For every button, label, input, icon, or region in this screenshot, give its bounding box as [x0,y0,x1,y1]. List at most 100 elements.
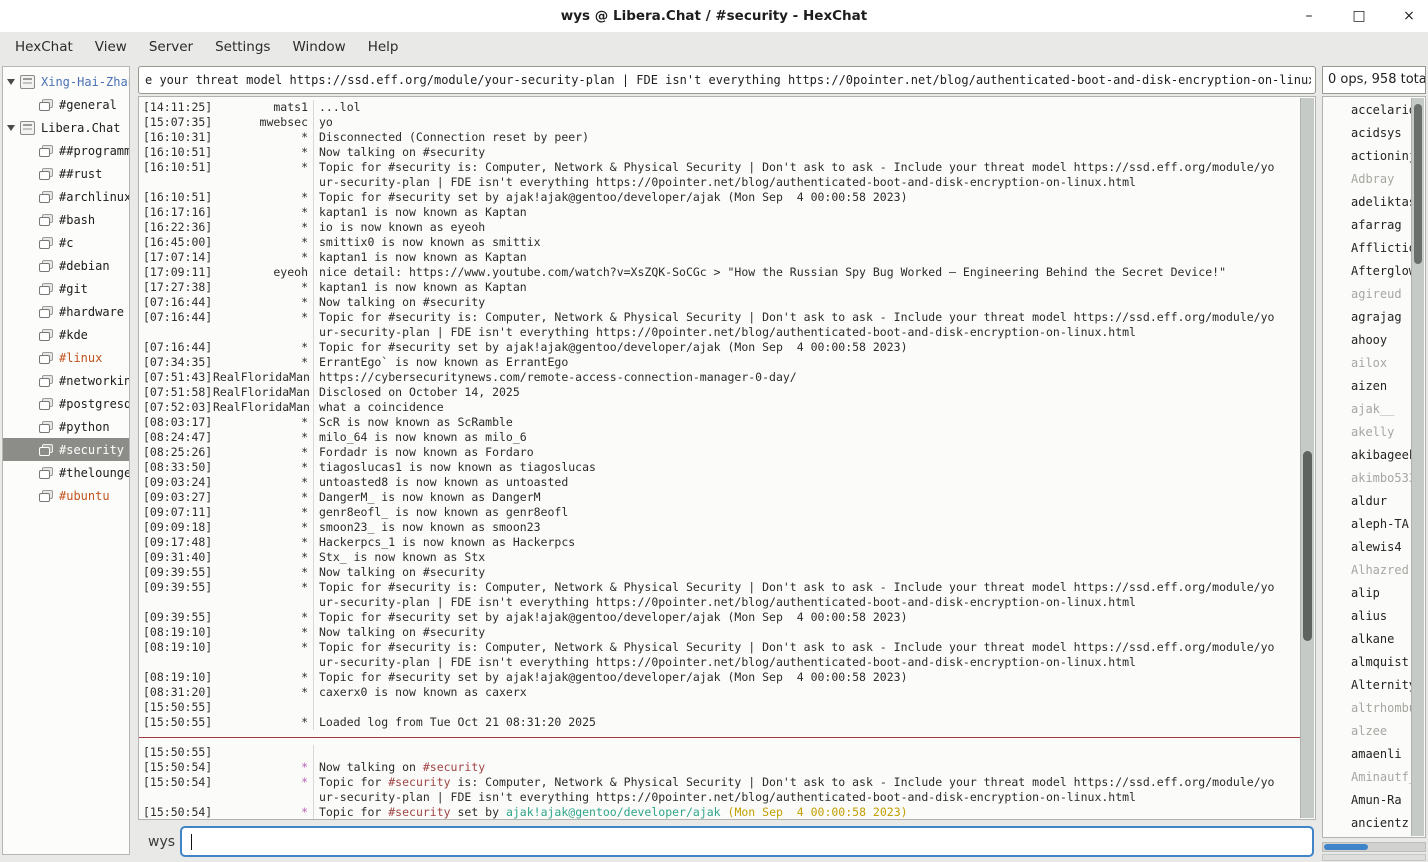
user-item[interactable]: Afflictio [1323,237,1425,260]
chat-row: [08:25:26]*Fordadr is now known as Forda… [139,445,1301,460]
user-item[interactable]: akimbo533 [1323,467,1425,490]
user-item[interactable]: almquist [1323,651,1425,674]
user-item[interactable]: ahooy [1323,329,1425,352]
tree-channel-archlinux[interactable]: #archlinux [3,185,129,208]
user-item[interactable]: ajak__ [1323,398,1425,421]
user-item[interactable]: Aminautf_ [1323,766,1425,789]
user-item[interactable]: Amun-Ra [1323,789,1425,812]
user-item[interactable]: Alhazred [1323,559,1425,582]
user-item[interactable]: aleph-TA [1323,513,1425,536]
menu-item-help[interactable]: Help [357,32,410,62]
user-item[interactable]: Adbray [1323,168,1425,191]
userlist-hscrollbar[interactable] [1322,842,1426,852]
tree-channel-git[interactable]: #git [3,277,129,300]
menu-item-hexchat[interactable]: HexChat [4,32,84,62]
user-item[interactable]: ancientz [1323,812,1425,835]
user-item[interactable]: ailox [1323,352,1425,375]
tree-item-label: #kde [59,328,88,342]
user-item[interactable]: acidsys [1323,122,1425,145]
chat-row: [09:03:24]*untoasted8 is now known as un… [139,475,1301,490]
tree-channel-debian[interactable]: #debian [3,254,129,277]
nick-label[interactable]: wys [148,826,175,858]
chat-message: Fordadr is now known as Fordaro [313,445,1301,460]
user-item[interactable]: accelario [1323,99,1425,122]
tree-channel-general[interactable]: #general [3,93,129,116]
userlist-scrollbar-thumb[interactable] [1414,104,1422,264]
chat-message: Topic for #security is: Computer, Networ… [313,580,1301,610]
chat-nick: * [213,460,313,475]
chat-row: [17:27:38]*kaptan1 is now known as Kapta… [139,280,1301,295]
user-item[interactable]: agrajag [1323,306,1425,329]
user-item[interactable]: Alternity [1323,674,1425,697]
maximize-icon[interactable]: □ [1348,5,1370,27]
user-item[interactable]: alius [1323,605,1425,628]
user-item[interactable]: altrhombu [1323,697,1425,720]
tree-channel-hardware[interactable]: #hardware [3,300,129,323]
userlist-hscrollbar-thumb[interactable] [1324,844,1368,850]
tree-channel-bash[interactable]: #bash [3,208,129,231]
user-item[interactable]: actioninj [1323,145,1425,168]
chat-nick: * [213,205,313,220]
tree-channel-networking[interactable]: #networking [3,369,129,392]
chat-row: [09:07:11]*genr8eofl_ is now known as ge… [139,505,1301,520]
menu-item-server[interactable]: Server [138,32,204,62]
user-item[interactable]: aizen [1323,375,1425,398]
tree-channel-thelounge[interactable]: #thelounge [3,461,129,484]
menu-item-view[interactable]: View [84,32,138,62]
user-item[interactable]: adeliktas [1323,191,1425,214]
chat-message: Hackerpcs_1 is now known as Hackerpcs [313,535,1301,550]
date-text[interactable]: (Mon Sep 4 00:00:58 2023) [728,805,908,819]
chat-nick [213,700,313,715]
chat-nick: * [213,310,313,340]
user-item[interactable]: aldur [1323,490,1425,513]
chat-scrollbar[interactable] [1300,98,1314,818]
chat-nick: * [213,190,313,205]
user-item[interactable]: akelly [1323,421,1425,444]
user-item[interactable]: amaenli [1323,743,1425,766]
chat-message: untoasted8 is now known as untoasted [313,475,1301,490]
tree-channel-c[interactable]: #c [3,231,129,254]
user-item[interactable]: alzee [1323,720,1425,743]
menu-item-window[interactable]: Window [281,32,356,62]
userlist-scrollbar[interactable] [1411,98,1424,836]
tree-channel-linux[interactable]: #linux [3,346,129,369]
title-bar[interactable]: wys @ Libera.Chat / #security - HexChat … [0,0,1428,33]
expander-triangle-icon[interactable] [7,125,15,131]
chat-scrollbar-thumb[interactable] [1303,451,1312,641]
userlist-header: 0 ops, 958 total [1322,66,1426,94]
tree-channel-kde[interactable]: #kde [3,323,129,346]
expander-triangle-icon[interactable] [7,79,15,85]
channel-text[interactable]: #security [388,805,450,819]
tree-channel-security[interactable]: #security [3,438,129,461]
tree-channel-python[interactable]: #python [3,415,129,438]
chat-message: io is now known as eyeoh [313,220,1301,235]
menu-item-settings[interactable]: Settings [204,32,281,62]
host-text[interactable]: ajak!ajak@gentoo/developer/ajak [506,805,721,819]
tree-server-Xing-Hai-Zhan[interactable]: Xing-Hai-Zhan [3,70,129,93]
tree-splitter[interactable] [130,66,136,855]
user-item[interactable]: alip [1323,582,1425,605]
tree-channel-ubuntu[interactable]: #ubuntu [3,484,129,507]
user-item[interactable]: agireud [1323,283,1425,306]
chat-message: tiagoslucas1 is now known as tiagoslucas [313,460,1301,475]
tree-channel-rust[interactable]: ##rust [3,162,129,185]
userlist-hscrollbar-track2[interactable] [1322,854,1426,861]
message-input-box [180,826,1314,857]
message-input[interactable] [182,828,1312,855]
tree-server-Libera.Chat[interactable]: Libera.Chat [3,116,129,139]
chat-nick: * [213,295,313,310]
user-item[interactable]: akibageek [1323,444,1425,467]
tree-channel-programming[interactable]: ##programming [3,139,129,162]
tree-item-label: #linux [59,351,102,365]
tree-channel-postgresql[interactable]: #postgresql [3,392,129,415]
channel-text[interactable]: #security [423,760,485,774]
user-item[interactable]: alkane [1323,628,1425,651]
channel-text[interactable]: #security [388,775,450,789]
user-item[interactable]: Afterglow [1323,260,1425,283]
tree-item-label: ##programming [59,144,129,158]
close-icon[interactable]: × [1398,5,1420,27]
topic-bar[interactable]: e your threat model https://ssd.eff.org/… [138,66,1316,94]
minimize-icon[interactable]: – [1298,5,1320,27]
user-item[interactable]: alewis4 [1323,536,1425,559]
user-item[interactable]: afarrag [1323,214,1425,237]
